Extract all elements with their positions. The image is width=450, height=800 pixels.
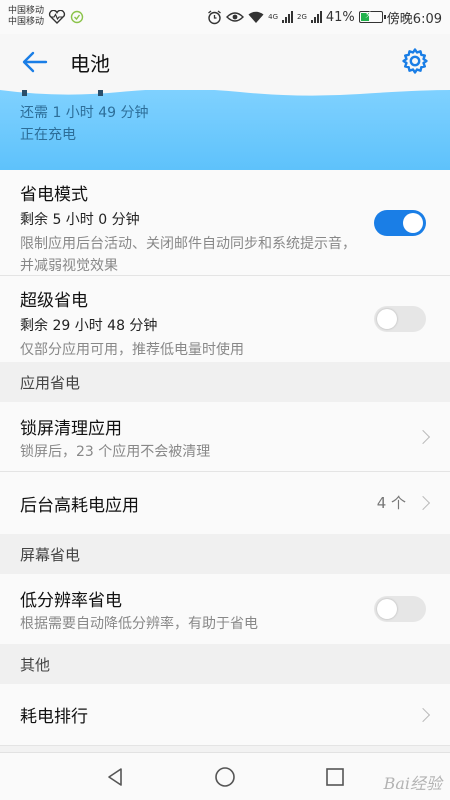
- power-saving-description: 限制应用后台活动、关闭邮件自动同步和系统提示音，并减弱视觉效果: [20, 236, 356, 274]
- background-high-power-count: 4 个: [376, 494, 406, 512]
- page-title: 电池: [70, 51, 110, 76]
- status-bar: 中国移动 中国移动 4G 2G 41% ⚡ 傍晚6:09: [0, 0, 450, 34]
- section-screen-saving: 屏幕省电: [0, 534, 450, 574]
- back-button[interactable]: [0, 34, 70, 90]
- nav-home-button[interactable]: [205, 757, 245, 797]
- wifi-icon: [248, 11, 264, 23]
- network-2: 2G: [297, 13, 307, 21]
- settings-list: 省电模式 剩余 5 小时 0 分钟 限制应用后台活动、关闭邮件自动同步和系统提示…: [0, 170, 450, 746]
- charging-remaining: 还需 1 小时 49 分钟: [20, 105, 149, 121]
- lock-screen-cleanup-row[interactable]: 锁屏清理应用 锁屏后，23 个应用不会被清理: [0, 402, 450, 472]
- battery-charging-icon: ⚡: [358, 10, 386, 23]
- power-saving-toggle[interactable]: [374, 210, 426, 236]
- background-high-power-title: 后台高耗电应用: [20, 495, 139, 516]
- status-left: 中国移动 中国移动: [8, 6, 84, 28]
- lock-screen-cleanup-description: 锁屏后，23 个应用不会被清理: [20, 444, 211, 460]
- square-recents-icon: [326, 767, 344, 786]
- low-resolution-row[interactable]: 低分辨率省电 根据需要自动降低分辨率，有助于省电: [0, 574, 450, 644]
- power-saving-title: 省电模式: [20, 185, 88, 205]
- ultra-saving-toggle[interactable]: [374, 306, 426, 332]
- nav-back-button[interactable]: [95, 757, 135, 797]
- status-right: 4G 2G 41% ⚡ 傍晚6:09: [207, 8, 442, 27]
- power-saving-remaining: 剩余 5 小时 0 分钟: [20, 212, 140, 228]
- triangle-back-icon: [108, 767, 122, 786]
- low-resolution-description: 根据需要自动降低分辨率，有助于省电: [20, 616, 258, 632]
- power-saving-row[interactable]: 省电模式 剩余 5 小时 0 分钟 限制应用后台活动、关闭邮件自动同步和系统提示…: [0, 170, 450, 276]
- ultra-saving-description: 仅部分应用可用，推荐低电量时使用: [20, 342, 244, 358]
- lock-screen-cleanup-title: 锁屏清理应用: [20, 419, 122, 439]
- low-resolution-title: 低分辨率省电: [20, 591, 122, 611]
- clock: 傍晚6:09: [386, 11, 442, 27]
- signal-icon-2: [310, 11, 322, 23]
- circle-home-icon: [215, 766, 235, 787]
- back-arrow-icon: [22, 51, 48, 73]
- nav-recents-button[interactable]: [315, 757, 355, 797]
- settings-button[interactable]: [400, 46, 430, 76]
- gear-icon: [402, 48, 428, 74]
- carrier-2: 中国移动: [8, 17, 45, 27]
- chevron-right-icon: [415, 495, 431, 511]
- ultra-saving-remaining: 剩余 29 小时 48 分钟: [20, 318, 158, 334]
- background-high-power-row[interactable]: 后台高耗电应用 4 个: [0, 472, 450, 534]
- screen-saving-card: 低分辨率省电 根据需要自动降低分辨率，有助于省电: [0, 574, 450, 644]
- power-mode-card: 省电模式 剩余 5 小时 0 分钟 限制应用后台活动、关闭邮件自动同步和系统提示…: [0, 170, 450, 362]
- alarm-icon: [208, 9, 222, 24]
- section-other: 其他: [0, 644, 450, 684]
- power-ranking-row[interactable]: 耗电排行: [0, 684, 450, 746]
- charging-banner: 还需 1 小时 49 分钟 正在充电: [0, 90, 450, 170]
- low-resolution-toggle[interactable]: [374, 596, 426, 622]
- system-navigation-bar: [0, 752, 450, 800]
- eye-icon: [226, 12, 245, 22]
- network-1: 4G: [268, 13, 278, 21]
- app-saving-card: 锁屏清理应用 锁屏后，23 个应用不会被清理 后台高耗电应用 4 个: [0, 402, 450, 534]
- carrier-labels: 中国移动 中国移动: [8, 6, 44, 28]
- ultra-saving-title: 超级省电: [20, 291, 88, 311]
- carrier-1: 中国移动: [8, 6, 45, 16]
- toggle-knob: [403, 213, 423, 233]
- battery-percent: 41%: [325, 9, 355, 25]
- power-ranking-title: 耗电排行: [20, 707, 88, 727]
- battery-digits-partial: [20, 90, 110, 96]
- ultra-saving-row[interactable]: 超级省电 剩余 29 小时 48 分钟 仅部分应用可用，推荐低电量时使用: [0, 276, 450, 362]
- watermark: Bai经验: [383, 774, 442, 793]
- charging-status: 正在充电: [20, 127, 76, 143]
- toggle-knob: [377, 309, 397, 329]
- chevron-right-icon: [415, 707, 431, 723]
- toggle-knob: [377, 599, 397, 619]
- other-card: 耗电排行: [0, 684, 450, 746]
- app-bar: 电池: [0, 34, 450, 90]
- heart-rate-icon: [48, 10, 66, 24]
- signal-icon: [282, 11, 293, 23]
- notification-icon: [70, 10, 84, 24]
- section-app-saving: 应用省电: [0, 362, 450, 402]
